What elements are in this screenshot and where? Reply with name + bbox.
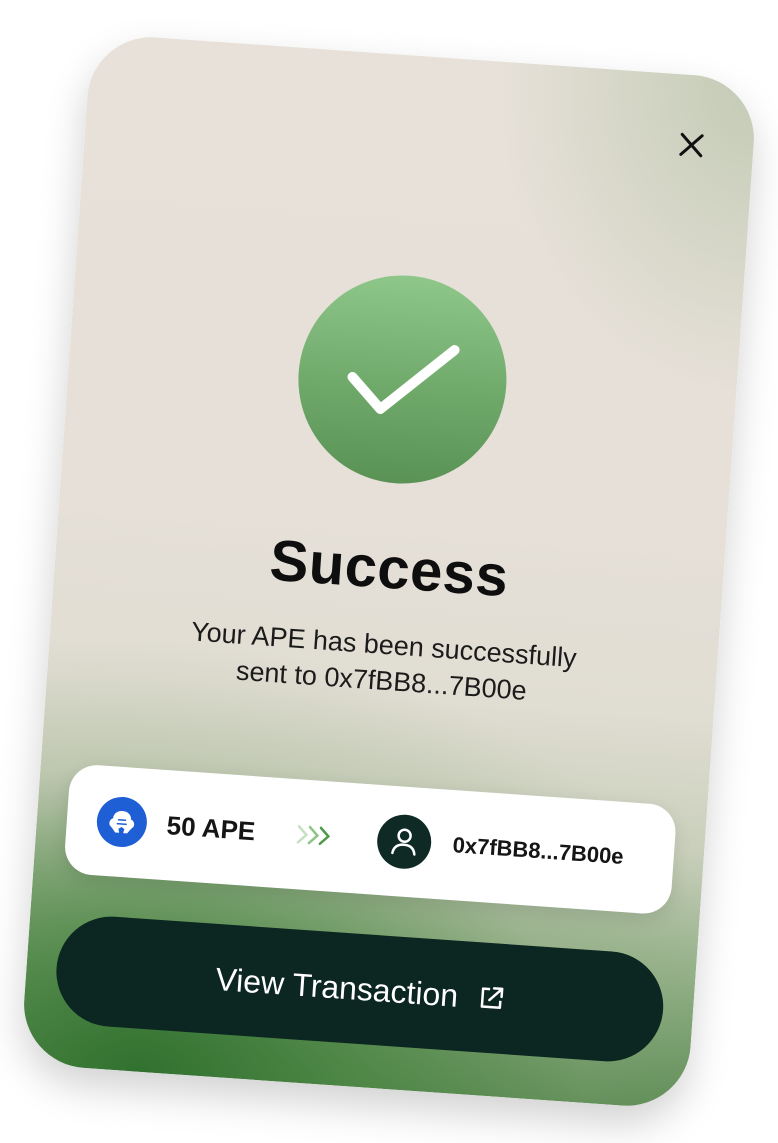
view-transaction-label: View Transaction (214, 960, 460, 1014)
triple-chevron-right-icon (294, 822, 336, 849)
stage: Success Your APE has been successfully s… (0, 0, 778, 1143)
view-transaction-button[interactable]: View Transaction (52, 912, 667, 1066)
recipient-address: 0x7fBB8...7B00e (451, 832, 625, 870)
ape-token-icon (95, 795, 149, 849)
checkmark-icon (347, 345, 460, 414)
dialog-message: Your APE has been successfully sent to 0… (107, 608, 659, 718)
external-link-icon (480, 987, 503, 1010)
close-button[interactable] (672, 126, 710, 164)
success-check-badge (291, 268, 514, 491)
close-icon (679, 132, 704, 158)
dialog-title: Success (267, 527, 511, 610)
user-icon (390, 828, 416, 856)
recipient-avatar (375, 812, 433, 871)
success-dialog: Success Your APE has been successfully s… (19, 32, 759, 1111)
transfer-amount: 50 APE (165, 809, 257, 846)
transfer-summary: 50 APE 0x7fBB8...7B00e (63, 763, 678, 916)
